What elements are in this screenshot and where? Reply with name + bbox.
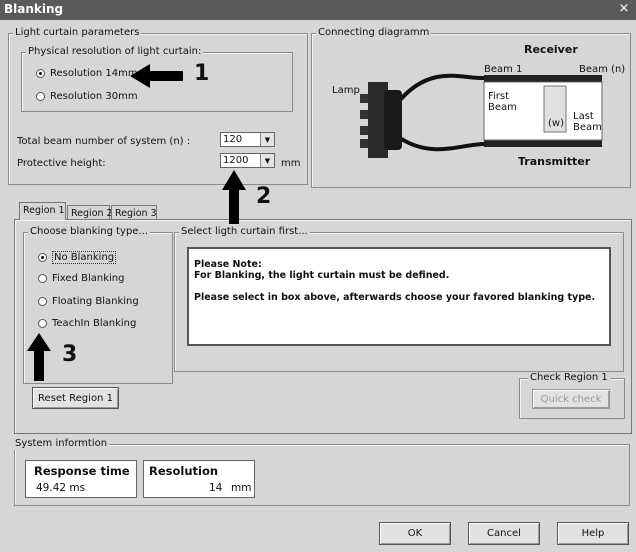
radio-indicator [38,274,47,283]
response-time-value: 49.42 ms [36,482,86,494]
annotation-arrow-3 [27,333,51,381]
resolution-unit: mm [231,482,252,494]
tab-region-2[interactable]: Region 2 [67,205,113,220]
fixed-blanking-radio[interactable]: Fixed Blanking [38,273,124,284]
note-title: Please Note: [194,259,262,270]
total-beam-label: Total beam number of system (n) : [17,136,191,147]
tab-region-3[interactable]: Region 3 [111,205,157,220]
lamp-label: Lamp [332,85,360,96]
ok-button[interactable]: OK [379,522,451,545]
w-label: (w) [548,118,564,129]
resolution-14mm-label: Resolution 14mm [50,68,138,79]
radio-indicator [36,92,45,101]
radio-indicator [36,69,45,78]
annotation-label-2: 2 [256,184,272,209]
close-icon[interactable]: × [616,0,632,18]
no-blanking-radio[interactable]: No Blanking [38,251,117,264]
tab-region-1[interactable]: Region 1 [19,202,66,220]
total-beam-select[interactable]: 120 ▼ [220,132,275,147]
teachin-blanking-label: TeachIn Blanking [52,318,137,329]
annotation-arrow-1 [130,64,183,88]
resolution-30mm-label: Resolution 30mm [50,91,138,102]
blanking-note-box: Please Note: For Blanking, the light cur… [187,247,611,346]
quick-check-button[interactable]: Quick check [532,389,610,409]
region-tab-panel: Choose blanking type... No Blanking Fixe… [14,219,632,434]
first-beam-line1: First [488,91,510,102]
note-line-2: Please select in box above, afterwards c… [194,292,596,303]
fixed-blanking-label: Fixed Blanking [52,273,125,284]
annotation-label-1: 1 [194,61,210,86]
select-curtain-group: Select ligth curtain first... Please Not… [174,226,624,372]
no-blanking-label: No Blanking [52,251,117,264]
protective-height-value: 1200 [223,155,249,166]
connecting-diagram-group: Connecting diagramm Receiver Lamp Beam 1… [311,27,631,188]
reset-region-button[interactable]: Reset Region 1 [32,387,119,409]
cancel-button[interactable]: Cancel [468,522,540,545]
light-curtain-parameters-group: Light curtain parameters Physical resolu… [8,27,308,185]
beam1-label: Beam 1 [484,64,523,75]
resolution-value: 14 [209,482,223,494]
resolution-box: Resolution 14 mm [143,460,255,498]
radio-indicator [38,297,47,306]
resolution-14mm-radio[interactable]: Resolution 14mm [36,68,138,79]
floating-blanking-radio[interactable]: Floating Blanking [38,296,139,307]
protective-height-select[interactable]: 1200 ▼ [220,153,275,168]
physical-resolution-legend: Physical resolution of light curtain: [26,46,204,58]
last-beam-line2: Beam [573,122,602,133]
annotation-label-3: 3 [62,342,78,367]
floating-blanking-label: Floating Blanking [52,296,139,307]
title-bar: Blanking × [0,0,636,20]
resolution-label: Resolution [149,464,219,478]
radio-indicator [38,319,47,328]
protective-height-unit: mm [281,158,301,169]
beamn-label: Beam (n) [579,64,626,75]
teachin-blanking-radio[interactable]: TeachIn Blanking [38,318,136,329]
chevron-down-icon[interactable]: ▼ [260,154,274,167]
annotation-arrow-2 [222,170,246,224]
help-button[interactable]: Help [557,522,629,545]
receiver-label: Receiver [524,43,578,56]
total-beam-value: 120 [223,134,243,145]
check-region-legend: Check Region 1 [528,372,610,384]
resolution-30mm-radio[interactable]: Resolution 30mm [36,91,138,102]
last-beam-line1: Last [573,111,594,122]
first-beam-line2: Beam [488,102,517,113]
protective-height-label: Protective height: [17,158,106,169]
response-time-label: Response time [34,464,130,478]
response-time-box: Response time 49.42 ms [25,460,137,498]
light-curtain-parameters-legend: Light curtain parameters [13,27,142,39]
note-line-1: For Blanking, the light curtain must be … [194,270,450,281]
radio-indicator [38,253,47,262]
chevron-down-icon[interactable]: ▼ [260,133,274,146]
transmitter-label: Transmitter [518,155,591,168]
blanking-type-legend: Choose blanking type... [28,226,150,238]
check-region-group: Check Region 1 Quick check [519,372,625,419]
system-info-group: System informtion Response time 49.42 ms… [13,438,630,506]
window-title: Blanking [4,2,64,16]
system-info-legend: System informtion [13,438,110,450]
